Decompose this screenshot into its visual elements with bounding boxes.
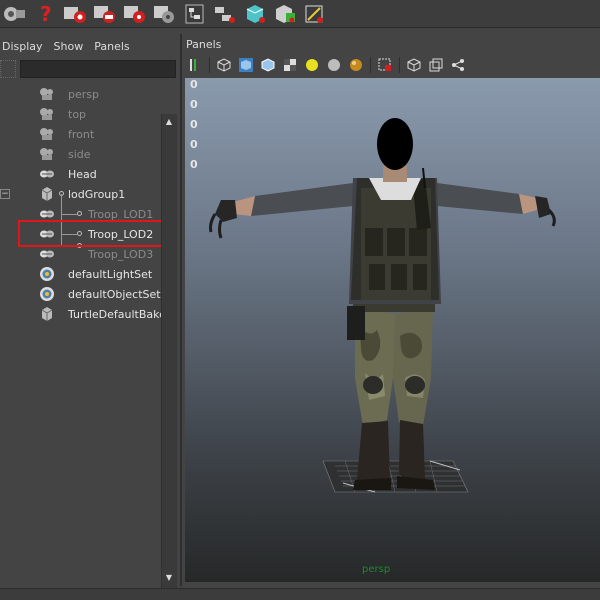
tree-item-head[interactable]: Head (0, 164, 162, 184)
toolbar-separator (399, 57, 400, 73)
3d-viewport[interactable]: 0 0 0 0 0 persp (185, 78, 600, 582)
toolbar-separator (370, 57, 371, 73)
tree-item-side[interactable]: side (0, 144, 162, 164)
textured-icon[interactable] (281, 56, 299, 74)
item-label: Troop_LOD3 (88, 247, 154, 261)
outliner-tree: persp top front side Head − lodGroup1 Tr… (0, 84, 162, 564)
viewport-menubar: Panels (182, 34, 600, 54)
menu-panels[interactable]: Panels (186, 38, 228, 51)
wireframe-on-shaded-icon[interactable] (259, 56, 277, 74)
shelf-toolbar: ? (0, 0, 600, 28)
hud-value: 0 (190, 138, 198, 151)
floor-grid (322, 460, 469, 493)
viewport-toolbar (182, 54, 600, 76)
camera-icon (38, 106, 56, 122)
camera-name-label: persp (362, 564, 391, 575)
item-label: side (68, 147, 91, 161)
all-lights-icon[interactable] (325, 56, 343, 74)
item-label: Head (68, 167, 97, 181)
set-icon (38, 266, 56, 282)
outliner-filter-bar (0, 58, 180, 80)
smooth-shade-icon[interactable] (237, 56, 255, 74)
share-icon[interactable] (449, 56, 467, 74)
torso (349, 167, 441, 304)
tree-item-front[interactable]: front (0, 124, 162, 144)
tree-item-troop-lod3[interactable]: Troop_LOD3 (0, 243, 162, 264)
hierarchy-dot (77, 211, 82, 216)
item-label: lodGroup1 (68, 187, 126, 201)
status-line (0, 588, 600, 600)
tree-item-defaultlightset[interactable]: defaultLightSet (0, 264, 162, 284)
cube-select-icon[interactable] (272, 2, 298, 26)
select-camera-icon[interactable] (186, 56, 204, 74)
menu-show[interactable]: Show (54, 40, 91, 53)
shadows-icon[interactable] (347, 56, 365, 74)
tree-item-lodgroup1[interactable]: − lodGroup1 (0, 184, 162, 204)
filter-toggle[interactable] (0, 60, 16, 78)
layer-editor-icon[interactable] (302, 2, 328, 26)
hud-value: 0 (190, 78, 198, 91)
isolate-select-icon[interactable] (376, 56, 394, 74)
hud-value: 0 (190, 158, 198, 171)
help-icon[interactable]: ? (32, 2, 58, 26)
tree-item-persp[interactable]: persp (0, 84, 162, 104)
camera-icon (38, 146, 56, 162)
hud-overlay: 0 0 0 0 0 (190, 78, 198, 178)
scroll-up-arrow[interactable]: ▲ (162, 116, 176, 128)
render-camera-icon[interactable] (2, 2, 28, 26)
set-icon (38, 286, 56, 302)
item-label: defaultLightSet (68, 267, 153, 281)
item-label: defaultObjectSet (68, 287, 161, 301)
maya-window: ? Display Show Panels persp top front si… (0, 0, 600, 600)
tree-item-defaultobjectset[interactable]: defaultObjectSet (0, 284, 162, 304)
mesh-icon (38, 166, 56, 182)
render-settings-icon[interactable] (62, 2, 88, 26)
attribute-spreadsheet-icon[interactable] (242, 2, 268, 26)
tree-item-turtledefaultbake[interactable]: TurtleDefaultBakeLa (0, 304, 162, 324)
group-icon (38, 186, 56, 202)
camera-icon (38, 86, 56, 102)
holster (347, 306, 365, 340)
item-label: Troop_LOD1 (88, 207, 154, 221)
soldier-model[interactable] (185, 78, 600, 582)
hud-value: 0 (190, 118, 198, 131)
hierarchy-line (61, 214, 77, 215)
viewport-panel: Panels 0 0 0 0 0 persp (180, 34, 600, 586)
outliner-menubar: Display Show Panels (0, 34, 180, 58)
xray-icon[interactable] (405, 56, 423, 74)
hud-value: 0 (190, 98, 198, 111)
item-label: front (68, 127, 95, 141)
wireframe-icon[interactable] (215, 56, 233, 74)
head (377, 118, 413, 182)
search-input[interactable] (20, 60, 176, 78)
default-lighting-icon[interactable] (303, 56, 321, 74)
node-icon (38, 306, 56, 322)
mesh-icon (38, 246, 56, 262)
item-label: top (68, 107, 87, 121)
tree-item-top[interactable]: top (0, 104, 162, 124)
ipr-render-icon[interactable] (92, 2, 118, 26)
render-view-icon[interactable] (122, 2, 148, 26)
collapse-toggle[interactable]: − (0, 189, 10, 199)
vertical-scrollbar[interactable]: ▲ ▼ (161, 114, 177, 600)
xray-joints-icon[interactable] (427, 56, 445, 74)
scroll-down-arrow[interactable]: ▼ (162, 572, 176, 584)
menu-display[interactable]: Display (2, 40, 50, 53)
selection-highlight-box (18, 220, 173, 247)
item-label: TurtleDefaultBakeLa (68, 307, 162, 321)
render-globals-icon[interactable] (152, 2, 178, 26)
menu-panels[interactable]: Panels (94, 40, 136, 53)
svg-text:?: ? (40, 3, 52, 25)
outliner-panel: Display Show Panels persp top front side… (0, 34, 180, 600)
camera-icon (38, 126, 56, 142)
hypershade-icon[interactable] (182, 2, 208, 26)
item-label: persp (68, 87, 99, 101)
connection-editor-icon[interactable] (212, 2, 238, 26)
toolbar-separator (209, 57, 210, 73)
